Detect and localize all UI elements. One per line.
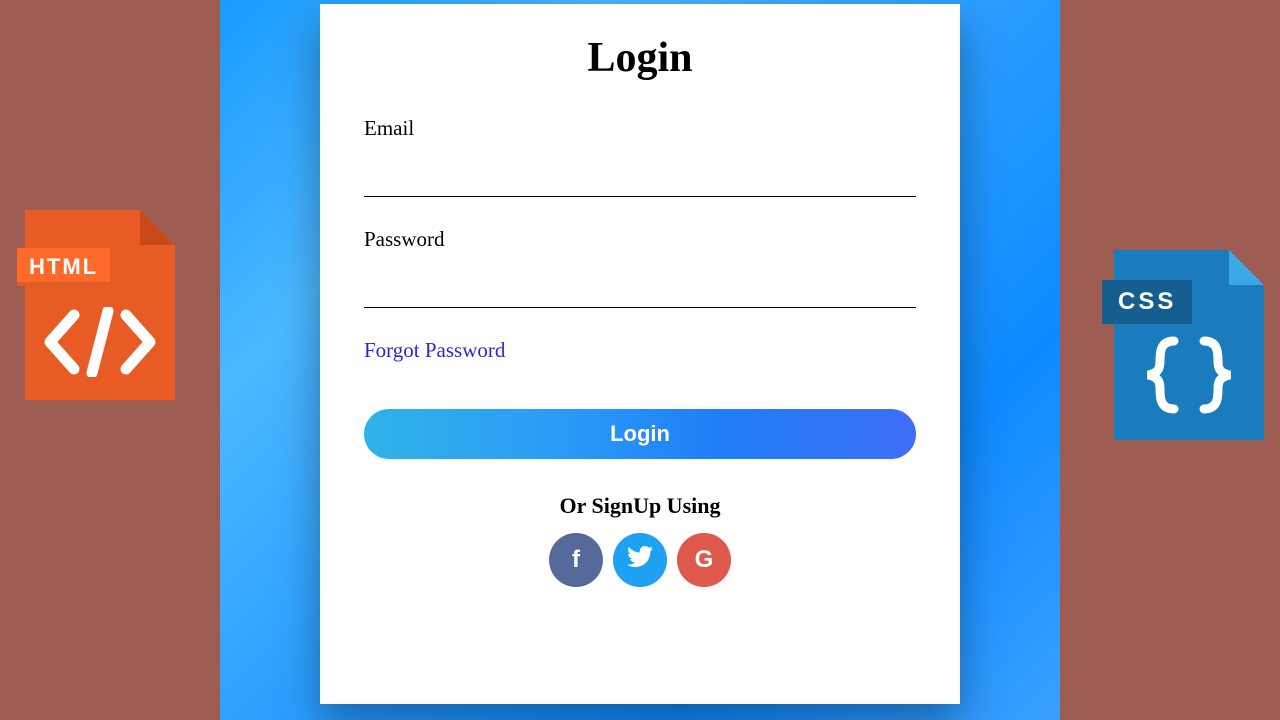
email-input[interactable] — [364, 169, 916, 197]
google-icon: G — [695, 546, 714, 574]
facebook-button[interactable]: f — [549, 533, 603, 587]
twitter-button[interactable] — [613, 533, 667, 587]
social-buttons: f G — [364, 533, 916, 587]
code-brackets-icon — [25, 307, 175, 382]
page-title: Login — [364, 34, 916, 82]
login-card: Login Email Password Forgot Password Log… — [320, 4, 960, 704]
password-label: Password — [364, 227, 916, 252]
email-label: Email — [364, 116, 916, 141]
curly-braces-icon — [1114, 335, 1264, 420]
login-button[interactable]: Login — [364, 409, 916, 459]
html-badge-label: HTML — [17, 248, 110, 286]
twitter-icon — [627, 546, 653, 575]
google-button[interactable]: G — [677, 533, 731, 587]
facebook-icon: f — [572, 546, 580, 574]
html-file-icon: HTML — [16, 210, 184, 400]
forgot-password-link[interactable]: Forgot Password — [364, 338, 505, 363]
right-decor-panel: CSS — [1060, 0, 1280, 720]
center-panel: Login Email Password Forgot Password Log… — [220, 0, 1060, 720]
css-file-icon: CSS — [1096, 250, 1264, 440]
left-decor-panel: HTML — [0, 0, 220, 720]
css-badge-label: CSS — [1102, 280, 1192, 324]
signup-prompt: Or SignUp Using — [364, 493, 916, 519]
password-input[interactable] — [364, 280, 916, 308]
